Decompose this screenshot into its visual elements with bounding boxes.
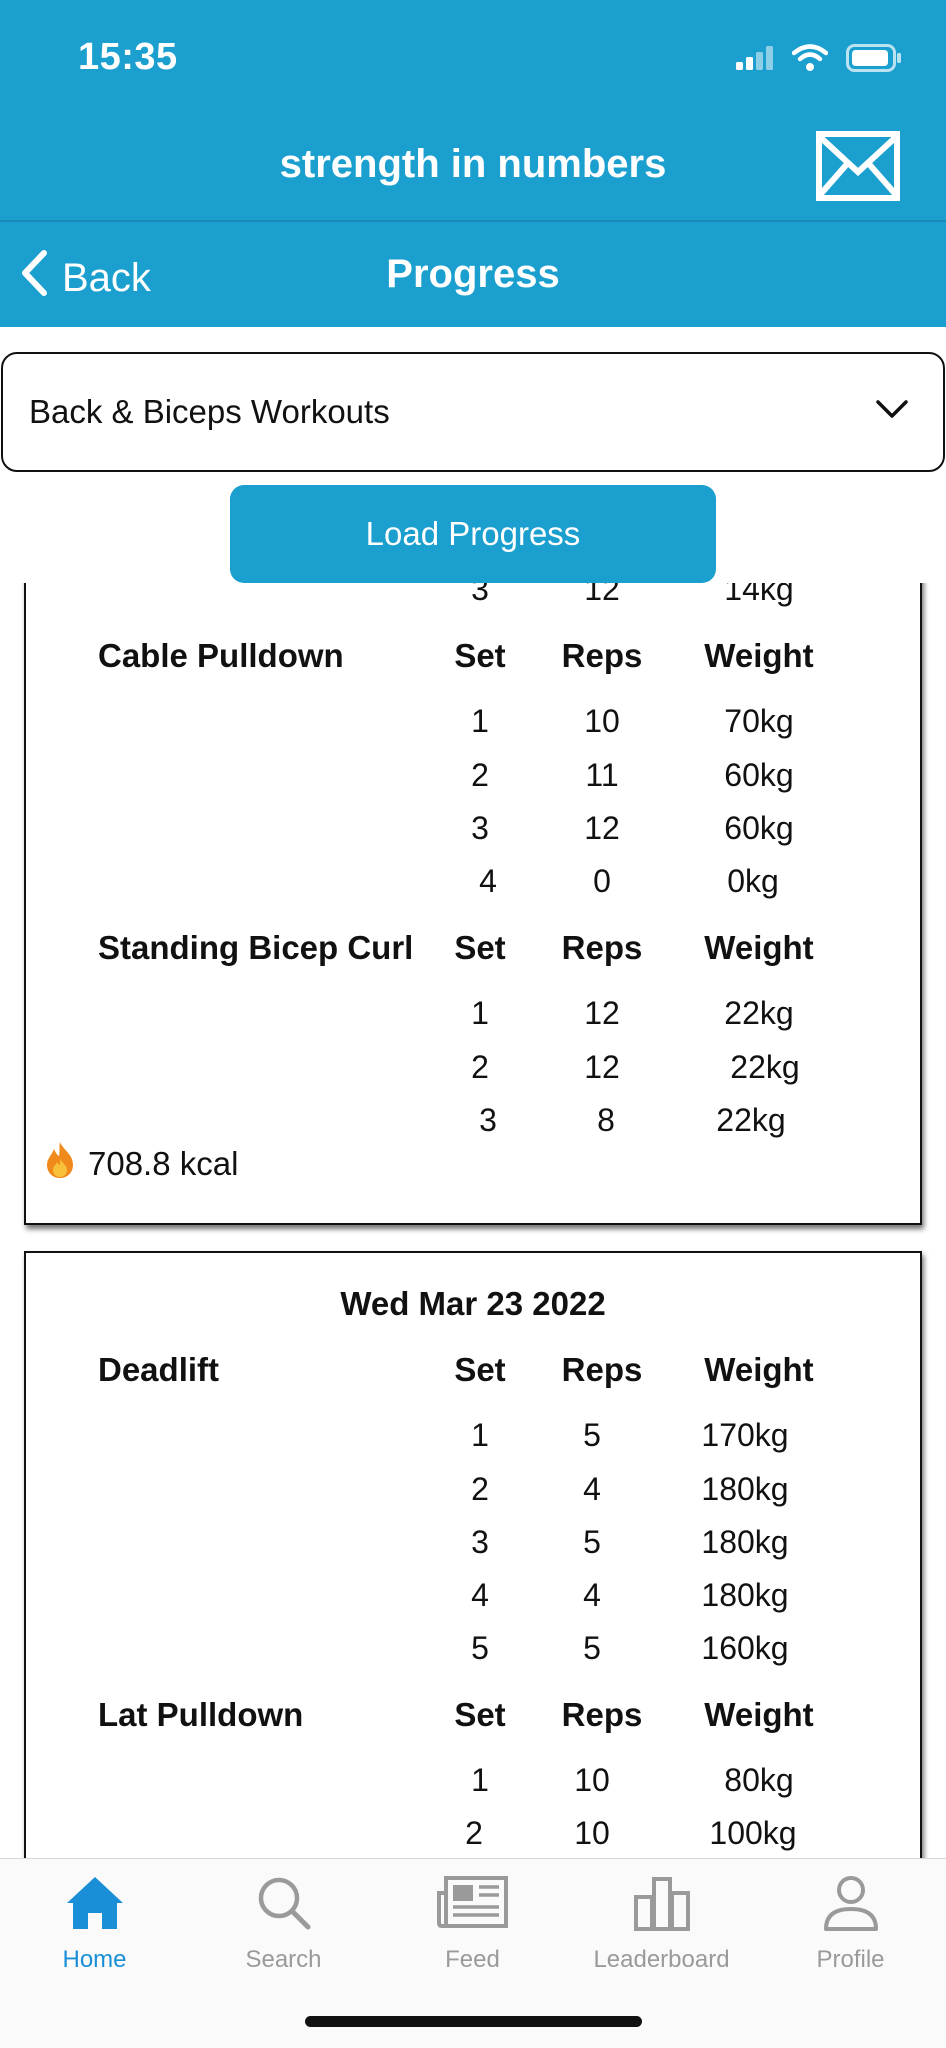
set-header: Set	[454, 1351, 506, 1388]
home-icon	[65, 1873, 125, 1938]
reps-cell: 12	[584, 995, 620, 1031]
home-indicator[interactable]	[305, 2016, 642, 2027]
reps-cell: 10	[574, 1762, 610, 1798]
search-icon	[254, 1873, 314, 1938]
exercise-name: Deadlift	[98, 1351, 220, 1388]
reps-header: Reps	[561, 929, 643, 966]
newspaper-icon	[436, 1873, 510, 1938]
battery-icon	[846, 44, 902, 77]
set-cell: 1	[471, 1762, 489, 1798]
set-cell: 1	[471, 995, 489, 1031]
header-divider	[0, 220, 946, 222]
tab-label: Profile	[816, 1946, 885, 1973]
tab-search[interactable]: Search	[189, 1873, 378, 1974]
reps-cell: 4	[583, 1577, 601, 1613]
weight-cell: 100kg	[709, 1815, 797, 1851]
chevron-down-icon	[875, 398, 909, 425]
exercise-name: Standing Bicep Curl	[98, 929, 414, 966]
set-cell: 1	[471, 1417, 489, 1453]
set-cell: 3	[479, 1102, 497, 1138]
weight-cell: 22kg	[716, 1102, 786, 1138]
reps-header: Reps	[561, 1351, 643, 1388]
exercise-name: Lat Pulldown	[98, 1696, 304, 1733]
tab-label: Search	[245, 1946, 322, 1973]
set-header: Set	[454, 1696, 506, 1733]
weight-header: Weight	[704, 1351, 814, 1388]
weight-cell: 60kg	[724, 757, 794, 793]
reps-cell: 4	[583, 1471, 601, 1507]
set-header: Set	[454, 637, 506, 674]
weight-cell: 180kg	[701, 1577, 789, 1613]
weight-cell: 70kg	[724, 703, 794, 739]
tab-label: Feed	[445, 1946, 500, 1973]
bar-chart-icon	[632, 1873, 692, 1938]
set-cell: 3	[471, 583, 489, 607]
status-time: 15:35	[78, 36, 178, 78]
tab-feed[interactable]: Feed	[378, 1873, 567, 1974]
weight-cell: 14kg	[724, 583, 794, 607]
workout-select-value: Back & Biceps Workouts	[29, 393, 390, 430]
set-cell: 2	[471, 1471, 489, 1507]
reps-cell: 5	[583, 1417, 601, 1453]
set-cell: 4	[479, 863, 497, 899]
weight-cell: 80kg	[724, 1762, 794, 1798]
reps-cell: 5	[583, 1524, 601, 1560]
load-progress-button[interactable]: Load Progress	[230, 485, 716, 583]
set-cell: 1	[471, 703, 489, 739]
weight-header: Weight	[704, 929, 814, 966]
page-title: Progress	[386, 252, 560, 296]
set-cell: 2	[471, 1049, 489, 1085]
set-cell: 5	[471, 1630, 489, 1666]
flame-icon	[44, 1141, 76, 1187]
signal-icon	[736, 46, 774, 75]
weight-cell: 170kg	[701, 1417, 789, 1453]
reps-cell: 0	[593, 863, 611, 899]
session-date: Wed Mar 23 2022	[340, 1285, 606, 1322]
messages-button[interactable]	[815, 130, 901, 202]
reps-cell: 11	[585, 757, 619, 793]
weight-cell: 160kg	[701, 1630, 789, 1666]
app-header: 15:35 strength in numbers Back Progress	[0, 0, 946, 327]
tab-label: Leaderboard	[593, 1946, 730, 1973]
progress-list[interactable]: 3 12 14kg Cable Pulldown Set Reps Weight…	[0, 583, 946, 1858]
tab-profile[interactable]: Profile	[756, 1873, 945, 1974]
tab-label: Home	[62, 1946, 127, 1973]
set-cell: 4	[471, 1577, 489, 1613]
calories-burned: 708.8 kcal	[44, 1141, 238, 1187]
reps-header: Reps	[561, 1696, 643, 1733]
reps-cell: 12	[584, 1049, 620, 1085]
mail-icon	[815, 131, 901, 206]
reps-cell: 12	[584, 583, 620, 607]
weight-cell: 60kg	[724, 810, 794, 846]
reps-cell: 10	[574, 1815, 610, 1851]
set-cell: 2	[471, 757, 489, 793]
reps-cell: 12	[584, 810, 620, 846]
weight-cell: 22kg	[724, 995, 794, 1031]
tab-home[interactable]: Home	[0, 1873, 189, 1974]
set-cell: 3	[471, 1524, 489, 1560]
status-icons	[736, 44, 902, 77]
session-card: 3 12 14kg Cable Pulldown Set Reps Weight…	[24, 583, 922, 1225]
reps-cell: 5	[583, 1630, 601, 1666]
app-title: strength in numbers	[279, 142, 667, 186]
weight-header: Weight	[704, 637, 814, 674]
weight-header: Weight	[704, 1696, 814, 1733]
exercise-name: Cable Pulldown	[98, 637, 344, 674]
wifi-icon	[791, 44, 829, 77]
workout-select[interactable]: Back & Biceps Workouts	[1, 352, 945, 472]
calories-value: 708.8 kcal	[88, 1145, 239, 1182]
weight-cell: 0kg	[727, 863, 779, 899]
person-icon	[821, 1873, 881, 1938]
reps-cell: 8	[597, 1102, 615, 1138]
set-cell: 3	[471, 810, 489, 846]
weight-cell: 180kg	[701, 1471, 789, 1507]
reps-cell: 10	[584, 703, 620, 739]
session-card: Wed Mar 23 2022 Deadlift Set Reps Weight…	[24, 1251, 922, 1858]
set-header: Set	[454, 929, 506, 966]
weight-cell: 180kg	[701, 1524, 789, 1560]
weight-cell: 22kg	[730, 1049, 800, 1085]
tab-leaderboard[interactable]: Leaderboard	[567, 1873, 756, 1974]
reps-header: Reps	[561, 637, 643, 674]
set-cell: 2	[465, 1815, 483, 1851]
